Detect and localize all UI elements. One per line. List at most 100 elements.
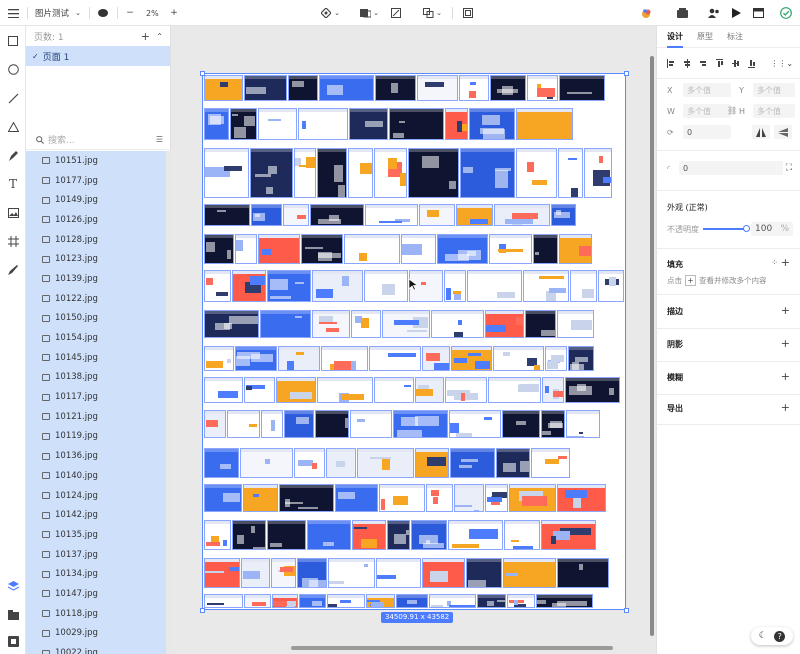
tab-prototype[interactable]: 原型 [697, 26, 713, 48]
layers-icon[interactable] [6, 579, 20, 593]
image-thumbnail[interactable] [533, 234, 558, 264]
image-thumbnail[interactable] [369, 346, 421, 371]
image-thumbnail[interactable] [312, 310, 350, 338]
image-thumbnail[interactable] [299, 594, 326, 608]
image-thumbnail[interactable] [485, 310, 524, 338]
image-thumbnail[interactable] [350, 410, 392, 438]
image-thumbnail[interactable] [328, 558, 375, 588]
image-thumbnail[interactable] [204, 204, 250, 226]
h-field[interactable]: H 多个值 [739, 103, 795, 119]
zoom-out-button[interactable]: − [125, 0, 135, 26]
image-thumbnail[interactable] [516, 108, 573, 140]
image-thumbnail[interactable] [267, 270, 311, 302]
image-thumbnail[interactable] [348, 148, 373, 198]
layer-item[interactable]: 10118.jpg [26, 604, 166, 624]
layer-item[interactable]: 10029.jpg [26, 624, 166, 644]
image-thumbnail[interactable] [258, 234, 300, 264]
layer-item[interactable]: 10123.jpg [26, 249, 166, 269]
radius-value[interactable]: 0 [679, 161, 783, 175]
image-thumbnail[interactable] [260, 310, 311, 338]
image-thumbnail[interactable] [288, 75, 318, 101]
image-thumbnail[interactable] [422, 558, 465, 588]
image-thumbnail[interactable] [357, 448, 414, 478]
appearance-title[interactable]: 外观 (正常) [667, 202, 708, 213]
layer-item[interactable]: 10121.jpg [26, 407, 166, 427]
polygon-tool-icon[interactable] [6, 120, 20, 134]
image-thumbnail[interactable] [204, 520, 231, 550]
image-thumbnail[interactable] [426, 484, 453, 512]
image-thumbnail[interactable] [411, 520, 447, 550]
layer-item[interactable]: 10151.jpg [26, 151, 166, 171]
w-field[interactable]: W 多个值 [667, 103, 731, 119]
image-thumbnail[interactable] [525, 310, 556, 338]
image-thumbnail[interactable] [445, 108, 468, 140]
image-thumbnail[interactable] [298, 108, 348, 140]
chevron-down-icon[interactable]: ⌄ [334, 0, 340, 26]
image-thumbnail[interactable] [450, 448, 495, 478]
image-thumbnail[interactable] [250, 148, 293, 198]
image-thumbnail[interactable] [415, 448, 449, 478]
layer-item[interactable]: 10119.jpg [26, 427, 166, 447]
image-thumbnail[interactable] [271, 558, 296, 588]
play-preview-icon[interactable] [730, 0, 742, 26]
opacity-slider-handle[interactable] [743, 225, 750, 232]
image-thumbnail[interactable] [545, 346, 567, 371]
layer-item[interactable]: 10134.jpg [26, 564, 166, 584]
image-thumbnail[interactable] [227, 410, 260, 438]
image-thumbnail[interactable] [204, 148, 249, 198]
image-thumbnail[interactable] [422, 346, 450, 371]
image-thumbnail[interactable] [431, 310, 484, 338]
zoom-level[interactable]: 2% [146, 0, 159, 26]
image-thumbnail[interactable] [541, 520, 596, 550]
help-icon[interactable]: ? [774, 630, 786, 642]
layer-item[interactable]: 10147.jpg [26, 584, 166, 604]
flip-vertical-icon[interactable] [774, 125, 792, 139]
image-thumbnail[interactable] [267, 520, 306, 550]
image-thumbnail[interactable] [565, 377, 620, 403]
rectangle-tool-icon[interactable] [6, 34, 20, 48]
share-users-icon[interactable] [708, 0, 720, 26]
layer-item[interactable]: 10154.jpg [26, 328, 166, 348]
image-thumbnail[interactable] [527, 75, 558, 101]
image-thumbnail[interactable] [297, 558, 327, 588]
image-thumbnail[interactable] [317, 377, 373, 403]
image-thumbnail[interactable] [374, 148, 407, 198]
image-thumbnail[interactable] [557, 558, 609, 588]
image-thumbnail[interactable] [387, 520, 410, 550]
layer-item[interactable]: 10140.jpg [26, 466, 166, 486]
image-thumbnail[interactable] [467, 270, 522, 302]
image-thumbnail[interactable] [204, 270, 231, 302]
tab-annotation[interactable]: 标注 [727, 26, 743, 48]
image-thumbnail[interactable] [276, 377, 316, 403]
image-thumbnail[interactable] [598, 270, 624, 302]
flip-icon[interactable] [390, 0, 402, 26]
image-thumbnail[interactable] [278, 346, 320, 371]
layer-item[interactable]: 10122.jpg [26, 289, 166, 309]
x-field[interactable]: X 多个值 [667, 82, 731, 98]
image-thumbnail[interactable] [557, 484, 606, 512]
image-thumbnail[interactable] [204, 377, 243, 403]
image-thumbnail[interactable] [490, 75, 526, 101]
x-value[interactable]: 多个值 [683, 83, 731, 97]
image-thumbnail[interactable] [494, 204, 550, 226]
layer-item[interactable]: 10149.jpg [26, 190, 166, 210]
layer-item[interactable]: 10137.jpg [26, 545, 166, 565]
layer-item[interactable]: 10126.jpg [26, 210, 166, 230]
image-thumbnail[interactable] [502, 410, 540, 438]
image-thumbnail[interactable] [349, 108, 388, 140]
image-thumbnail[interactable] [469, 108, 515, 140]
image-thumbnail[interactable] [485, 484, 508, 512]
image-thumbnail[interactable] [489, 234, 532, 264]
image-thumbnail[interactable] [204, 448, 239, 478]
file-name[interactable]: 图片测试 [35, 0, 69, 26]
image-thumbnail[interactable] [460, 148, 515, 198]
align-left-icon[interactable] [667, 58, 675, 68]
image-thumbnail[interactable] [456, 204, 493, 226]
image-thumbnail[interactable] [451, 346, 492, 371]
image-thumbnail[interactable] [241, 558, 270, 588]
image-thumbnail[interactable] [493, 346, 544, 371]
image-thumbnail[interactable] [459, 75, 489, 101]
image-thumbnail[interactable] [415, 377, 444, 403]
image-thumbnail[interactable] [551, 204, 576, 226]
frame-tool-icon[interactable] [6, 234, 20, 248]
